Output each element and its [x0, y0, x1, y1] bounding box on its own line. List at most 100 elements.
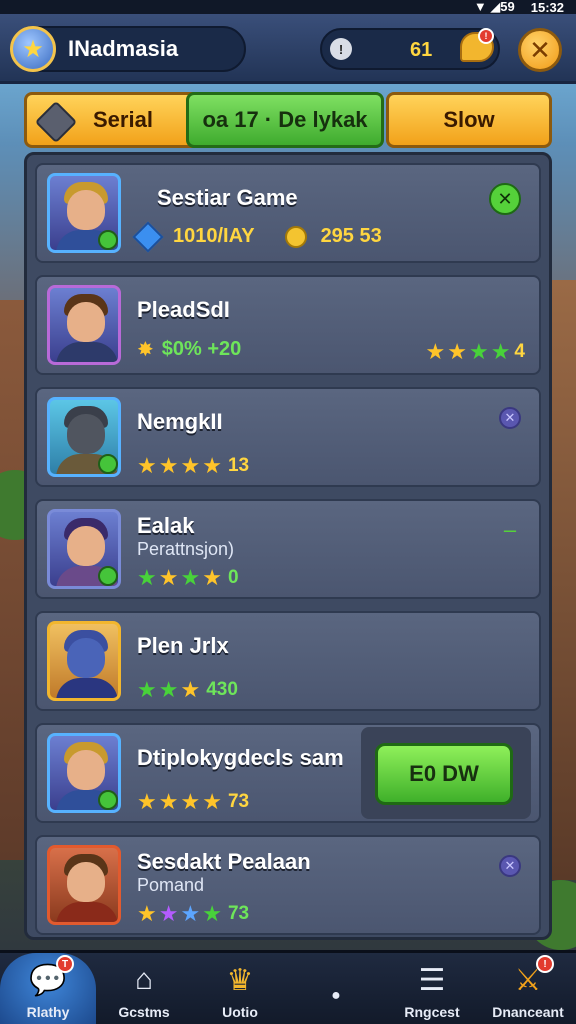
row-title: Sestiar Game [157, 185, 298, 210]
player-name: INadmasia [68, 36, 179, 61]
row-title: Plen Jrlx [137, 633, 229, 658]
close-button[interactable]: ✕ [518, 28, 562, 72]
rating: ★ ★ ★ 430 [137, 677, 238, 703]
list-item[interactable]: PleadSdI ✸ $0% +20 ★ ★ ★ ★ 4 [35, 275, 541, 375]
list-item[interactable]: Dtiplokygdecls sam ★ ★ ★ ★ 73 E0 DW [35, 723, 541, 823]
rating-count: 73 [227, 791, 250, 812]
star-icon: ★ [202, 901, 222, 926]
clock: 15:32 [530, 0, 564, 15]
nav-item-rlathy[interactable]: 💬 T Rlathy [0, 953, 96, 1024]
nav-item-dnanceant[interactable]: ⚔ ! Dnanceant [480, 953, 576, 1024]
chat-notification-badge: ! [478, 28, 494, 44]
rating: ★ ★ ★ ★ 13 [137, 453, 249, 479]
row-title: NemgkII [137, 409, 223, 434]
avatar [47, 397, 121, 477]
action-button[interactable]: E0 DW [375, 743, 513, 805]
bottom-navigation: 💬 T Rlathy ⌂ Gcstms ♛ Uotio ● ☰ Rngcest … [0, 950, 576, 1024]
avatar [47, 285, 121, 365]
star-icon: ★ [202, 565, 222, 590]
avatar [47, 173, 121, 253]
sword-icon [34, 100, 78, 144]
star-icon: ★ [180, 677, 201, 702]
signal-indicator: ▼ ◢59 [473, 0, 515, 14]
star-icon: ★ [180, 901, 201, 926]
list-item[interactable]: Plen Jrlx ★ ★ ★ 430 [35, 611, 541, 711]
dot-icon: ● [331, 987, 341, 1004]
star-icon: ★ [158, 677, 179, 702]
star-icon: ★ [425, 339, 446, 364]
star-icon: ★ [137, 453, 157, 478]
nav-item-rngcest[interactable]: ☰ Rngcest [384, 953, 480, 1024]
star-icon: ★ [158, 789, 179, 814]
nav-label: Gcstms [118, 1004, 170, 1020]
star-icon: ★ [180, 565, 201, 590]
star-icon: ★ [180, 453, 201, 478]
level-badge-icon [98, 454, 118, 474]
level-badge-icon [98, 566, 118, 586]
star-icon: ★ [180, 789, 201, 814]
nav-item-gcstms[interactable]: ⌂ Gcstms [96, 953, 192, 1024]
star-icon: ★ [137, 789, 157, 814]
dismiss-icon[interactable]: ✕ [499, 407, 521, 429]
crown-icon: ♛ [226, 963, 254, 997]
tab-slow[interactable]: Slow [386, 92, 552, 148]
row-title: Ealak [137, 513, 195, 538]
player-profile[interactable]: ★ INadmasia [10, 26, 246, 72]
list-item[interactable]: Sestiar Game 1010/IAY 295 53 ✕ [35, 163, 541, 263]
avatar [47, 509, 121, 589]
tab-label: oa 17 · De lykak [202, 107, 368, 132]
coin-value: 295 53 [320, 225, 382, 247]
list-item[interactable]: NemgkII ★ ★ ★ ★ 13 ✕ [35, 387, 541, 487]
avatar [47, 733, 121, 813]
list-item[interactable]: Ealak Perattnsjon) ★ ★ ★ ★ 0 – [35, 499, 541, 599]
status-bar: ▼ ◢59 15:32 [0, 0, 576, 15]
star-icon: ★ [137, 901, 157, 926]
star-badge-icon: ★ [10, 26, 56, 72]
rating-count: 430 [206, 679, 238, 700]
gem-icon [132, 220, 164, 253]
star-icon: ★ [468, 339, 489, 364]
row-subtitle: Pomand [137, 875, 205, 895]
star-icon: ★ [490, 339, 511, 364]
tab-bar: Serial oa 17 · De lykak Slow [24, 92, 552, 148]
rating-count: 4 [514, 341, 525, 362]
level-badge-icon [98, 790, 118, 810]
resource-line: 1010/IAY 295 53 [132, 220, 382, 253]
row-subtitle: Perattnsjon) [137, 539, 235, 559]
menu-icon: ☰ [418, 963, 446, 997]
avatar [47, 621, 121, 701]
star-icon: ★ [158, 565, 179, 590]
player-list: Sestiar Game 1010/IAY 295 53 ✕ PleadSdI … [24, 152, 552, 940]
action-panel: E0 DW [361, 727, 531, 819]
close-icon[interactable]: ✕ [489, 183, 521, 215]
nav-label: Rlathy [26, 1004, 70, 1020]
tab-label: Serial [93, 107, 153, 132]
list-item[interactable]: Sesdakt Pealaan Pomand ★ ★ ★ ★ 73 ✕ [35, 835, 541, 935]
star-icon: ★ [137, 565, 157, 590]
tab-serial[interactable]: Serial [24, 92, 208, 148]
star-icon: ★ [202, 789, 222, 814]
star-icon: ★ [137, 677, 157, 702]
notification-badge: ! [536, 955, 554, 973]
rating: ★ ★ ★ ★ 73 [137, 901, 249, 927]
nav-label: Uotio [222, 1004, 258, 1020]
rating-count: 0 [227, 567, 239, 588]
currency-value: 61 [410, 39, 433, 61]
coin-icon [284, 225, 307, 248]
star-icon: ★ [447, 339, 467, 364]
tab-active[interactable]: oa 17 · De lykak [186, 92, 384, 148]
minus-icon[interactable]: – [499, 517, 521, 542]
nav-label: Dnanceant [492, 1004, 564, 1020]
stat-value: $0% +20 [161, 338, 242, 360]
star-icon: ★ [202, 453, 222, 478]
rating: ★ ★ ★ ★ 0 [137, 565, 239, 591]
nav-item-center[interactable]: ● [288, 953, 384, 1024]
star-icon: ★ [158, 453, 179, 478]
star-icon: ★ [158, 901, 179, 926]
nav-item-uotio[interactable]: ♛ Uotio [192, 953, 288, 1024]
rating: ★ ★ ★ ★ 73 [137, 789, 249, 815]
rating-count: 73 [227, 903, 250, 924]
star-icon: ✸ [137, 339, 154, 361]
currency-icon: ! [330, 38, 352, 60]
dismiss-icon[interactable]: ✕ [499, 855, 521, 877]
